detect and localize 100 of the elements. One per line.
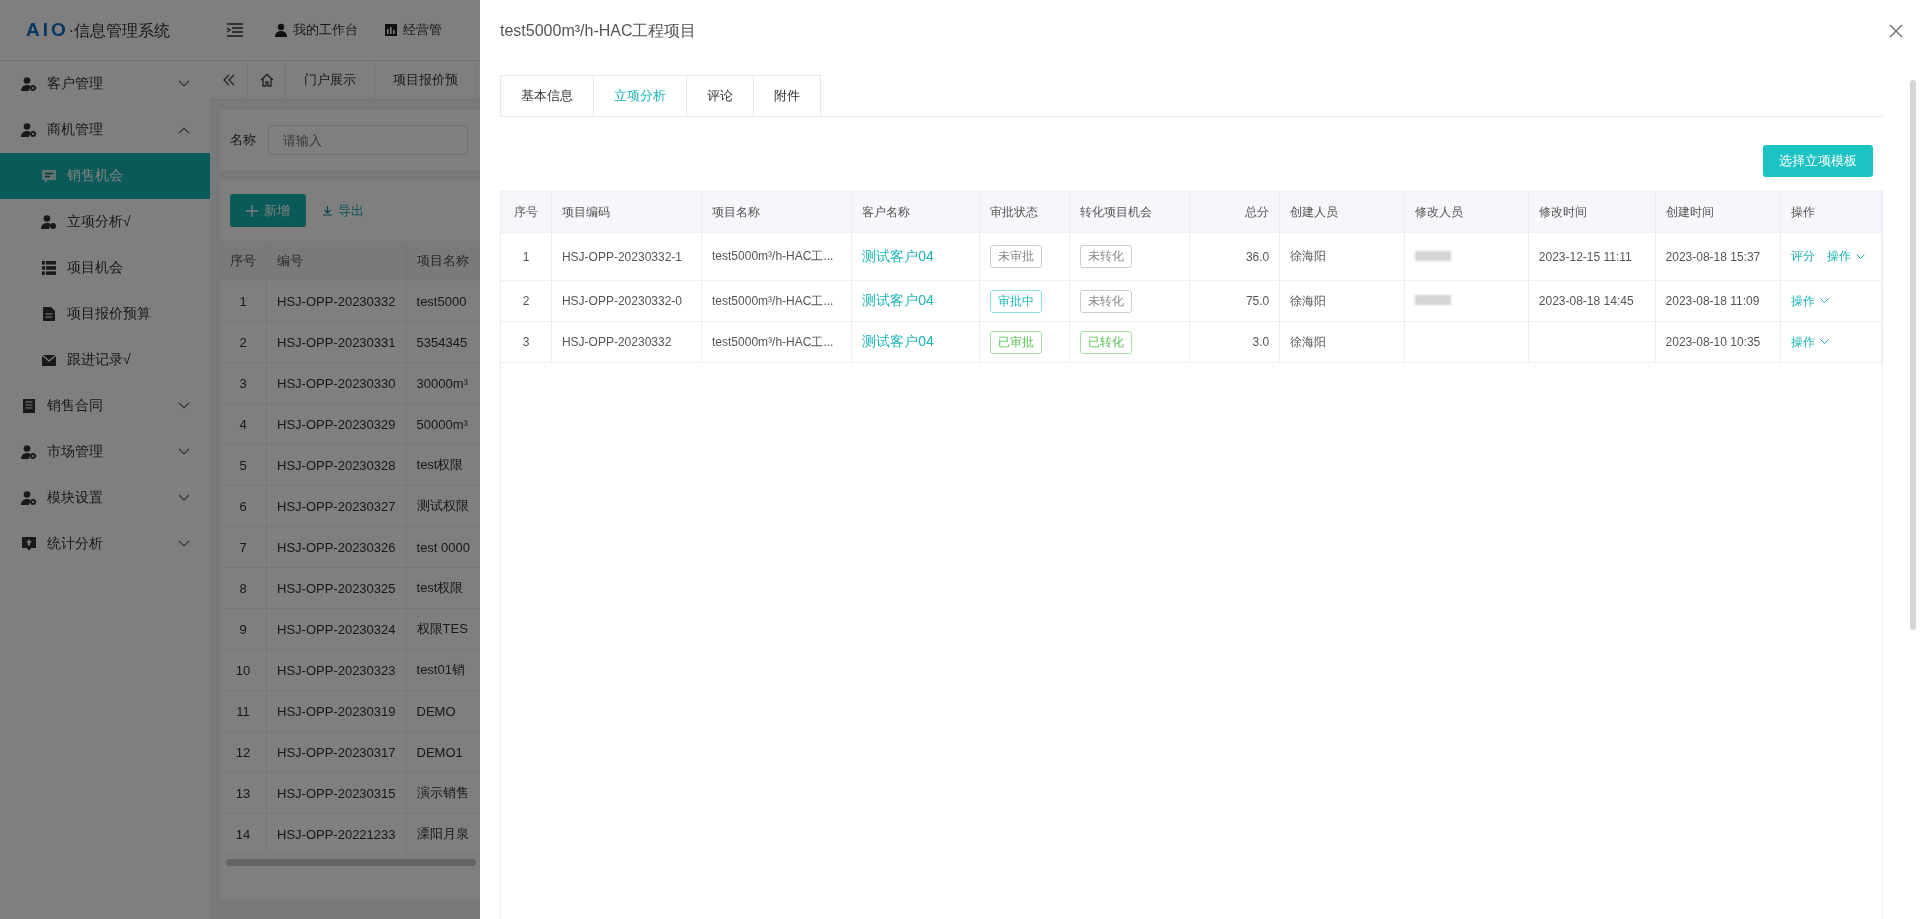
- table-cell: HSJ-OPP-20230315: [266, 772, 406, 814]
- message-icon: [41, 168, 57, 184]
- table-cell: 1: [501, 232, 552, 281]
- column-header: 编号: [266, 241, 406, 281]
- column-header: 操作: [1780, 192, 1882, 233]
- logo-text: ·信息管理系统: [68, 20, 171, 41]
- table-cell: 1: [220, 281, 267, 322]
- column-header: 总分: [1189, 192, 1280, 233]
- menu-icon[interactable]: [226, 23, 244, 37]
- score-link[interactable]: 评分: [1791, 248, 1815, 265]
- table-cell: 3: [220, 362, 267, 404]
- table-cell: HSJ-OPP-20230332: [551, 321, 702, 363]
- table-cell: HSJ-OPP-20230329: [266, 403, 406, 445]
- approval-status-tag: 未审批: [990, 245, 1043, 268]
- book-icon: [21, 398, 37, 414]
- logo-mark: AIO: [26, 18, 69, 41]
- table-cell: test5000m³/h-HAC工...: [701, 232, 852, 281]
- sidebar-item[interactable]: 销售合同: [0, 383, 210, 429]
- customer-link[interactable]: 测试客户04: [862, 333, 934, 349]
- table-cell: HSJ-OPP-20230332-0: [551, 280, 702, 322]
- horizontal-scrollbar[interactable]: [226, 859, 476, 866]
- table-cell: 8: [220, 567, 267, 609]
- plus-icon: [246, 204, 258, 217]
- column-header: 客户名称: [851, 192, 980, 233]
- table-cell: HSJ-OPP-20230327: [266, 485, 406, 527]
- table-cell: HSJ-OPP-20230324: [266, 608, 406, 650]
- column-header: 修改人员: [1404, 192, 1529, 233]
- download-icon: [322, 205, 333, 216]
- table-cell: 13: [220, 772, 267, 814]
- table-cell: 9: [220, 608, 267, 650]
- name-input-field[interactable]: 请输入: [268, 125, 468, 155]
- actions-dropdown[interactable]: 操作: [1827, 248, 1865, 265]
- table-cell: 75.0: [1189, 280, 1280, 322]
- table-cell: test5000m³/h-HAC工...: [701, 280, 852, 322]
- actions-dropdown[interactable]: 操作: [1791, 333, 1829, 351]
- sidebar-item[interactable]: 商机管理: [0, 107, 210, 153]
- close-icon[interactable]: [1889, 24, 1903, 38]
- sidebar-item[interactable]: 统计分析: [0, 521, 210, 567]
- table-cell: test5000m³/h-HAC工...: [701, 321, 852, 363]
- table-cell: HSJ-OPP-20230317: [266, 731, 406, 773]
- table-cell: 3.0: [1189, 321, 1280, 363]
- home-icon: [259, 73, 274, 87]
- column-header: 创建时间: [1655, 192, 1781, 233]
- conversion-status-tag: 未转化: [1079, 289, 1132, 313]
- customer-link[interactable]: 测试客户04: [862, 247, 934, 264]
- page-tab[interactable]: 门户展示: [286, 61, 375, 99]
- chevron-down-icon: [178, 402, 190, 410]
- column-header: 创建人员: [1279, 192, 1405, 233]
- table-cell: 4: [220, 403, 267, 445]
- sidebar-item[interactable]: 市场管理: [0, 429, 210, 475]
- table-cell: 徐海阳: [1279, 232, 1405, 281]
- user-gear-icon: [21, 490, 37, 506]
- table-cell: HSJ-OPP-20230325: [266, 567, 406, 609]
- sidebar-subitem[interactable]: 项目报价预算: [0, 291, 210, 337]
- person-icon: [274, 23, 288, 37]
- column-header: 项目名称: [406, 241, 480, 281]
- column-header: 修改时间: [1528, 192, 1656, 233]
- actions-dropdown[interactable]: 操作: [1791, 292, 1829, 310]
- tab[interactable]: 附件: [753, 75, 821, 116]
- sidebar-item[interactable]: 模块设置: [0, 475, 210, 521]
- table-cell: 12: [220, 731, 267, 773]
- column-header: 序号: [220, 241, 267, 281]
- caret-icon: [1856, 253, 1865, 260]
- customer-link[interactable]: 测试客户04: [862, 292, 934, 308]
- double-chevron-left-icon: [221, 73, 236, 87]
- table-cell: 5: [220, 444, 267, 486]
- chevron-down-icon: [178, 80, 190, 88]
- table-cell: HSJ-OPP-20230331: [266, 321, 406, 363]
- table-cell: 10: [220, 649, 267, 691]
- table-cell: HSJ-OPP-20230326: [266, 526, 406, 568]
- table-cell: 2023-08-18 14:45: [1528, 280, 1656, 322]
- approval-status-tag: 已审批: [990, 330, 1043, 354]
- header-nav-item[interactable]: 我的工作台: [274, 21, 358, 39]
- table-cell: HSJ-OPP-20221233: [266, 813, 406, 855]
- table-cell: 2: [501, 280, 552, 322]
- table-cell: 3: [501, 321, 552, 363]
- user-gear-icon: [21, 122, 37, 138]
- filter-label: 名称: [230, 131, 256, 149]
- table-cell: 2023-08-10 10:35: [1655, 321, 1781, 363]
- sidebar-subitem[interactable]: 跟进记录√: [0, 337, 210, 383]
- table-cell: 14: [220, 813, 267, 855]
- upload-board-icon: [21, 536, 37, 552]
- table-cell: 2023-12-15 11:11: [1528, 232, 1656, 281]
- conversion-status-tag: 已转化: [1079, 330, 1132, 354]
- sidebar-subitem[interactable]: 立项分析√: [0, 199, 210, 245]
- table-cell: HSJ-OPP-20230323: [266, 649, 406, 691]
- table-cell: 7: [220, 526, 267, 568]
- user-gear-icon: [21, 76, 37, 92]
- sidebar-subitem[interactable]: 项目机会: [0, 245, 210, 291]
- page-tab[interactable]: 项目报价预: [375, 61, 477, 99]
- vertical-scrollbar[interactable]: [1910, 80, 1916, 630]
- conversion-status-tag: 未转化: [1079, 245, 1132, 268]
- approval-status-tag: 审批中: [990, 289, 1043, 313]
- table-cell: 徐海阳: [1279, 280, 1405, 322]
- sidebar-item[interactable]: 客户管理: [0, 61, 210, 107]
- table-cell: HSJ-OPP-20230330: [266, 362, 406, 404]
- user-gear-icon: [41, 214, 57, 230]
- header-nav-item[interactable]: 经营管: [384, 21, 442, 39]
- chevron-down-icon: [178, 494, 190, 502]
- column-header: 审批状态: [979, 192, 1070, 233]
